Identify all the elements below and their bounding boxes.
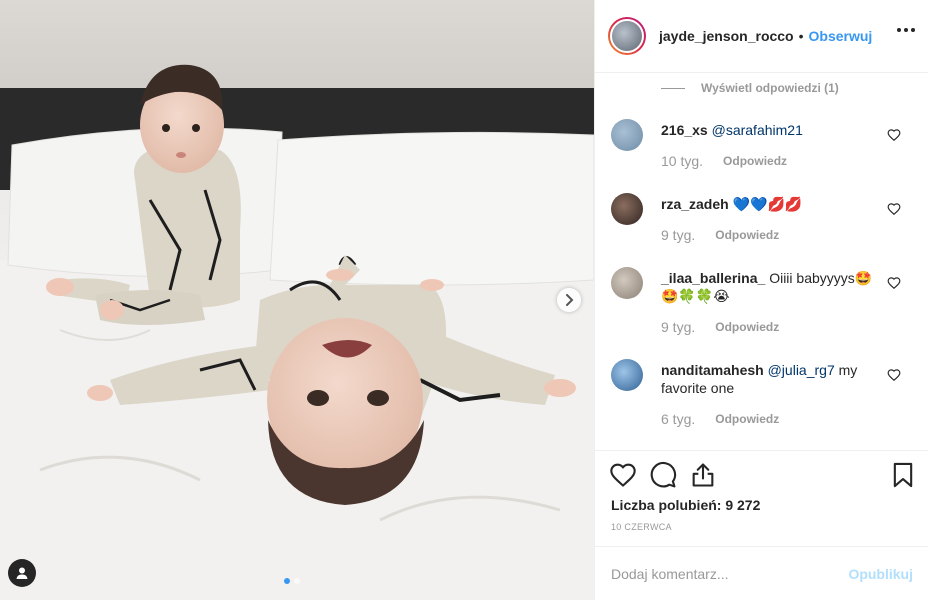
post-photo[interactable]	[0, 0, 594, 600]
post-actions: Liczba polubień: 9 272 10 czerwca	[595, 450, 928, 546]
comment-username[interactable]: nanditamahesh	[661, 362, 764, 378]
comment-bubble-icon[interactable]	[649, 461, 677, 489]
comment-username[interactable]: rza_zadeh	[661, 196, 729, 212]
comment-time: 6 tyg.	[661, 411, 696, 427]
comment-mention[interactable]: @julia_rg7	[768, 362, 835, 378]
tagged-users-button[interactable]	[8, 559, 36, 587]
babies-on-bed-illustration	[0, 0, 594, 600]
likes-count[interactable]: Liczba polubień: 9 272	[611, 497, 760, 513]
post-side-panel: jayde_jenson_rocco • Obserwuj Wyświetl o…	[594, 0, 928, 600]
reply-button[interactable]: Odpowiedz	[715, 320, 779, 334]
user-icon	[16, 567, 28, 579]
comment-body: _ilaa_ballerina_ Oiiii babyyyys🤩🤩🍀🍀😭	[661, 269, 881, 305]
bookmark-icon[interactable]	[889, 461, 917, 489]
like-heart-icon[interactable]	[609, 461, 637, 489]
header-separator: •	[798, 28, 804, 44]
carousel-next-button[interactable]	[557, 288, 581, 312]
comment-mention[interactable]: @sarafahim21	[712, 122, 803, 138]
comments-list[interactable]: Wyświetl odpowiedzi (1) 216_xs @sarafahi…	[595, 73, 928, 450]
chevron-right-icon	[566, 294, 574, 306]
comment-input[interactable]	[611, 565, 849, 582]
carousel-indicator	[284, 578, 300, 584]
like-comment-heart-icon[interactable]	[887, 276, 901, 290]
comment-body: nanditamahesh @julia_rg7 my favorite one	[661, 361, 881, 397]
follow-button[interactable]: Obserwuj	[809, 28, 873, 44]
like-comment-heart-icon[interactable]	[887, 368, 901, 382]
comment-time: 9 tyg.	[661, 227, 696, 243]
post-date: 10 czerwca	[611, 522, 672, 532]
comment-username[interactable]: _ilaa_ballerina_	[661, 270, 765, 286]
comment-body: rza_zadeh 💙💙💋💋	[661, 195, 881, 213]
view-replies-label: Wyświetl odpowiedzi (1)	[701, 81, 839, 95]
replies-line	[661, 87, 685, 89]
carousel-dot	[294, 578, 300, 584]
comment-body: 216_xs @sarafahim21	[661, 121, 881, 139]
share-icon[interactable]	[689, 461, 717, 489]
comment-time: 10 tyg.	[661, 153, 704, 169]
comment-avatar[interactable]	[611, 193, 643, 225]
instagram-post: jayde_jenson_rocco • Obserwuj Wyświetl o…	[0, 0, 928, 600]
comment-meta: 10 tyg. Odpowiedz	[661, 153, 787, 169]
comment-avatar[interactable]	[611, 119, 643, 151]
reply-button[interactable]: Odpowiedz	[715, 412, 779, 426]
comment-username[interactable]: 216_xs	[661, 122, 708, 138]
view-replies-button[interactable]: Wyświetl odpowiedzi (1)	[661, 81, 839, 95]
comment-time: 9 tyg.	[661, 319, 696, 335]
comment-meta: 9 tyg. Odpowiedz	[661, 227, 779, 243]
comment-text: 💙💙💋💋	[732, 196, 803, 212]
comment-avatar[interactable]	[611, 267, 643, 299]
author-username[interactable]: jayde_jenson_rocco	[659, 28, 794, 44]
more-options-icon[interactable]	[897, 28, 915, 32]
comment-meta: 9 tyg. Odpowiedz	[661, 319, 779, 335]
comment-meta: 6 tyg. Odpowiedz	[661, 411, 779, 427]
like-comment-heart-icon[interactable]	[887, 128, 901, 142]
add-comment-bar: Opublikuj	[595, 546, 928, 600]
author-avatar[interactable]	[608, 17, 646, 55]
carousel-dot-active	[284, 578, 290, 584]
like-comment-heart-icon[interactable]	[887, 202, 901, 216]
reply-button[interactable]: Odpowiedz	[715, 228, 779, 242]
post-header: jayde_jenson_rocco • Obserwuj	[595, 0, 928, 73]
reply-button[interactable]: Odpowiedz	[723, 154, 787, 168]
comment-avatar[interactable]	[611, 359, 643, 391]
publish-button[interactable]: Opublikuj	[848, 566, 913, 582]
